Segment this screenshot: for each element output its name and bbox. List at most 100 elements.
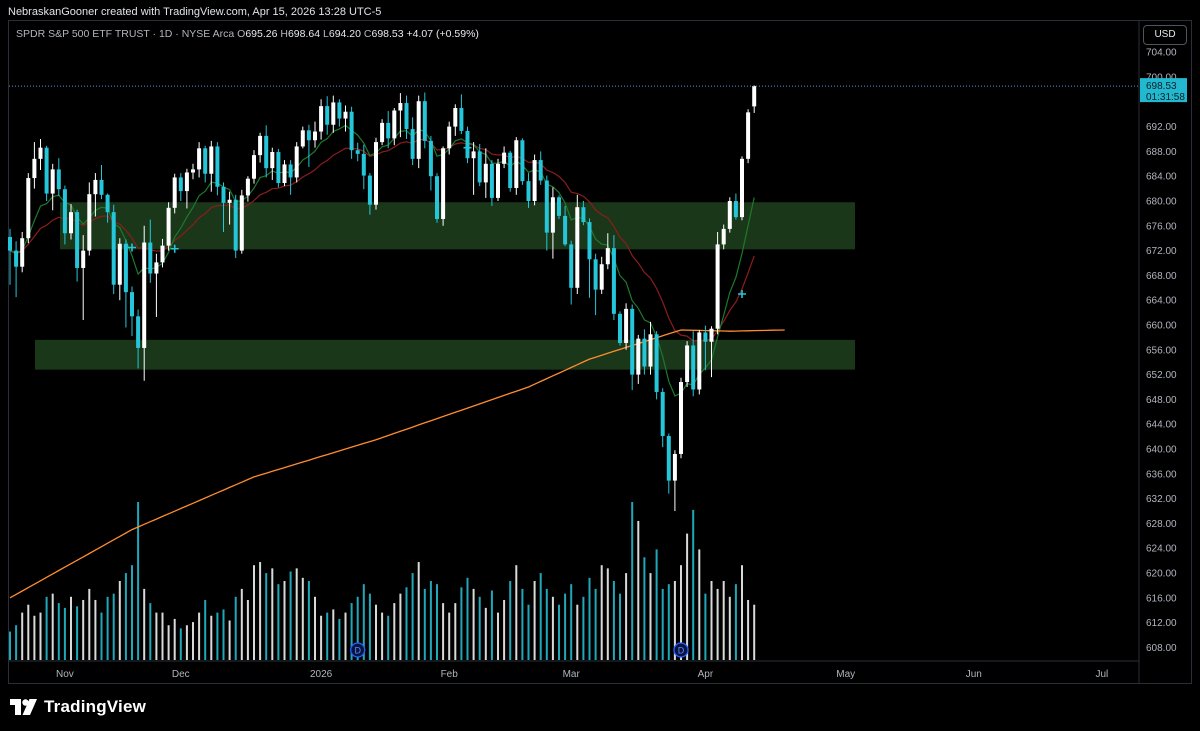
- candle-body: [618, 313, 622, 343]
- volume-bar: [564, 593, 567, 660]
- candle-body: [245, 178, 250, 196]
- time-tick-label: 2026: [310, 669, 333, 680]
- candle-body: [105, 194, 110, 213]
- candle-body: [148, 242, 153, 274]
- volume-bar: [137, 502, 140, 660]
- tradingview-logo[interactable]: TradingView: [10, 697, 146, 717]
- volume-bar: [15, 625, 18, 660]
- price-tick-label: 620.00: [1146, 569, 1177, 580]
- candle-body: [447, 126, 452, 149]
- candle-body: [14, 250, 19, 267]
- volume-bar: [381, 612, 384, 660]
- candle-body: [733, 201, 738, 218]
- price-tick-label: 668.00: [1146, 271, 1177, 282]
- volume-bar: [515, 565, 518, 660]
- volume-bar: [625, 573, 628, 660]
- candle-body: [197, 148, 202, 170]
- volume-bar: [436, 584, 438, 660]
- volume-bar: [387, 615, 390, 660]
- volume-bar: [307, 581, 310, 660]
- volume-bar: [39, 612, 42, 660]
- candle-body: [471, 151, 476, 159]
- candle-body: [441, 148, 446, 219]
- volume-bar: [637, 520, 640, 660]
- candle-body: [87, 194, 92, 251]
- volume-bar: [405, 587, 408, 660]
- volume-bar: [314, 596, 316, 660]
- candle-body: [557, 197, 561, 216]
- candle-body: [593, 259, 598, 290]
- candle-body: [416, 101, 421, 159]
- volume-bar: [503, 599, 506, 660]
- candle-body: [62, 189, 67, 234]
- candle-body: [550, 197, 555, 233]
- candle-body: [544, 180, 549, 233]
- candle-body: [209, 146, 214, 174]
- volume-bar: [277, 584, 280, 660]
- candle-body: [435, 176, 439, 219]
- candle-body: [160, 245, 165, 263]
- candle-body: [117, 243, 122, 285]
- candle-body: [477, 151, 482, 183]
- price-tick-label: 616.00: [1146, 593, 1177, 604]
- candle-body: [221, 186, 226, 203]
- volume-bar: [661, 588, 664, 660]
- candle-body: [746, 112, 751, 159]
- price-tick-label: 660.00: [1146, 321, 1177, 332]
- candle-body: [306, 130, 311, 141]
- volume-bar: [222, 609, 225, 660]
- candle-body: [514, 140, 519, 188]
- candle-body: [508, 152, 513, 188]
- volume-bar: [698, 549, 701, 660]
- volume-bar: [149, 603, 152, 660]
- candle-body: [361, 153, 366, 176]
- volume-bar: [204, 599, 207, 660]
- tradingview-logo-text: TradingView: [44, 697, 147, 716]
- price-tick-label: 680.00: [1146, 197, 1177, 208]
- price-tick-label: 704.00: [1146, 48, 1177, 59]
- volume-bar: [106, 596, 109, 660]
- volume-bar: [76, 606, 79, 660]
- time-tick-label: Nov: [56, 669, 74, 680]
- candle-body: [203, 148, 208, 174]
- candle-body: [355, 150, 360, 154]
- volume-bar: [253, 565, 255, 660]
- dividend-marker-label: D: [354, 646, 361, 656]
- volume-bar: [484, 607, 487, 660]
- candle-body: [605, 248, 610, 265]
- price-tick-label: 612.00: [1146, 618, 1177, 629]
- candle-body: [270, 152, 275, 169]
- candle-body: [252, 155, 256, 179]
- volume-bar: [393, 603, 396, 660]
- price-tick-label: 624.00: [1146, 544, 1177, 555]
- volume-bar: [246, 599, 249, 660]
- price-chart[interactable]: 608.00 612.00 616.00 620.00 624.00 628.00 632.…: [0, 0, 1200, 731]
- candle-body: [721, 228, 726, 245]
- time-tick-label: Jul: [1096, 669, 1109, 680]
- volume-bar: [51, 593, 54, 660]
- time-tick-label: Apr: [698, 669, 714, 680]
- candle-body: [313, 131, 317, 141]
- volume-bar: [301, 577, 304, 660]
- volume-bar: [551, 596, 554, 660]
- volume-bar: [558, 604, 560, 660]
- candle-body: [233, 199, 238, 251]
- volume-bar: [112, 593, 115, 660]
- volume-bar: [63, 607, 66, 660]
- volume-bar: [271, 568, 274, 660]
- candle-body: [50, 169, 55, 194]
- candle-body: [526, 181, 531, 201]
- volume-bar: [539, 573, 542, 660]
- volume-bar: [100, 612, 103, 660]
- candle-body: [691, 345, 696, 390]
- candle-body: [325, 106, 330, 125]
- time-tick-label: Feb: [441, 669, 459, 680]
- volume-bar: [600, 565, 603, 660]
- volume-bar: [460, 587, 463, 660]
- candle-body: [672, 453, 677, 481]
- current-price-value: 698.53: [1146, 81, 1177, 92]
- candle-body: [740, 158, 744, 218]
- volume-bar: [88, 588, 91, 660]
- volume-bar: [643, 557, 646, 660]
- support-zone: [35, 339, 855, 370]
